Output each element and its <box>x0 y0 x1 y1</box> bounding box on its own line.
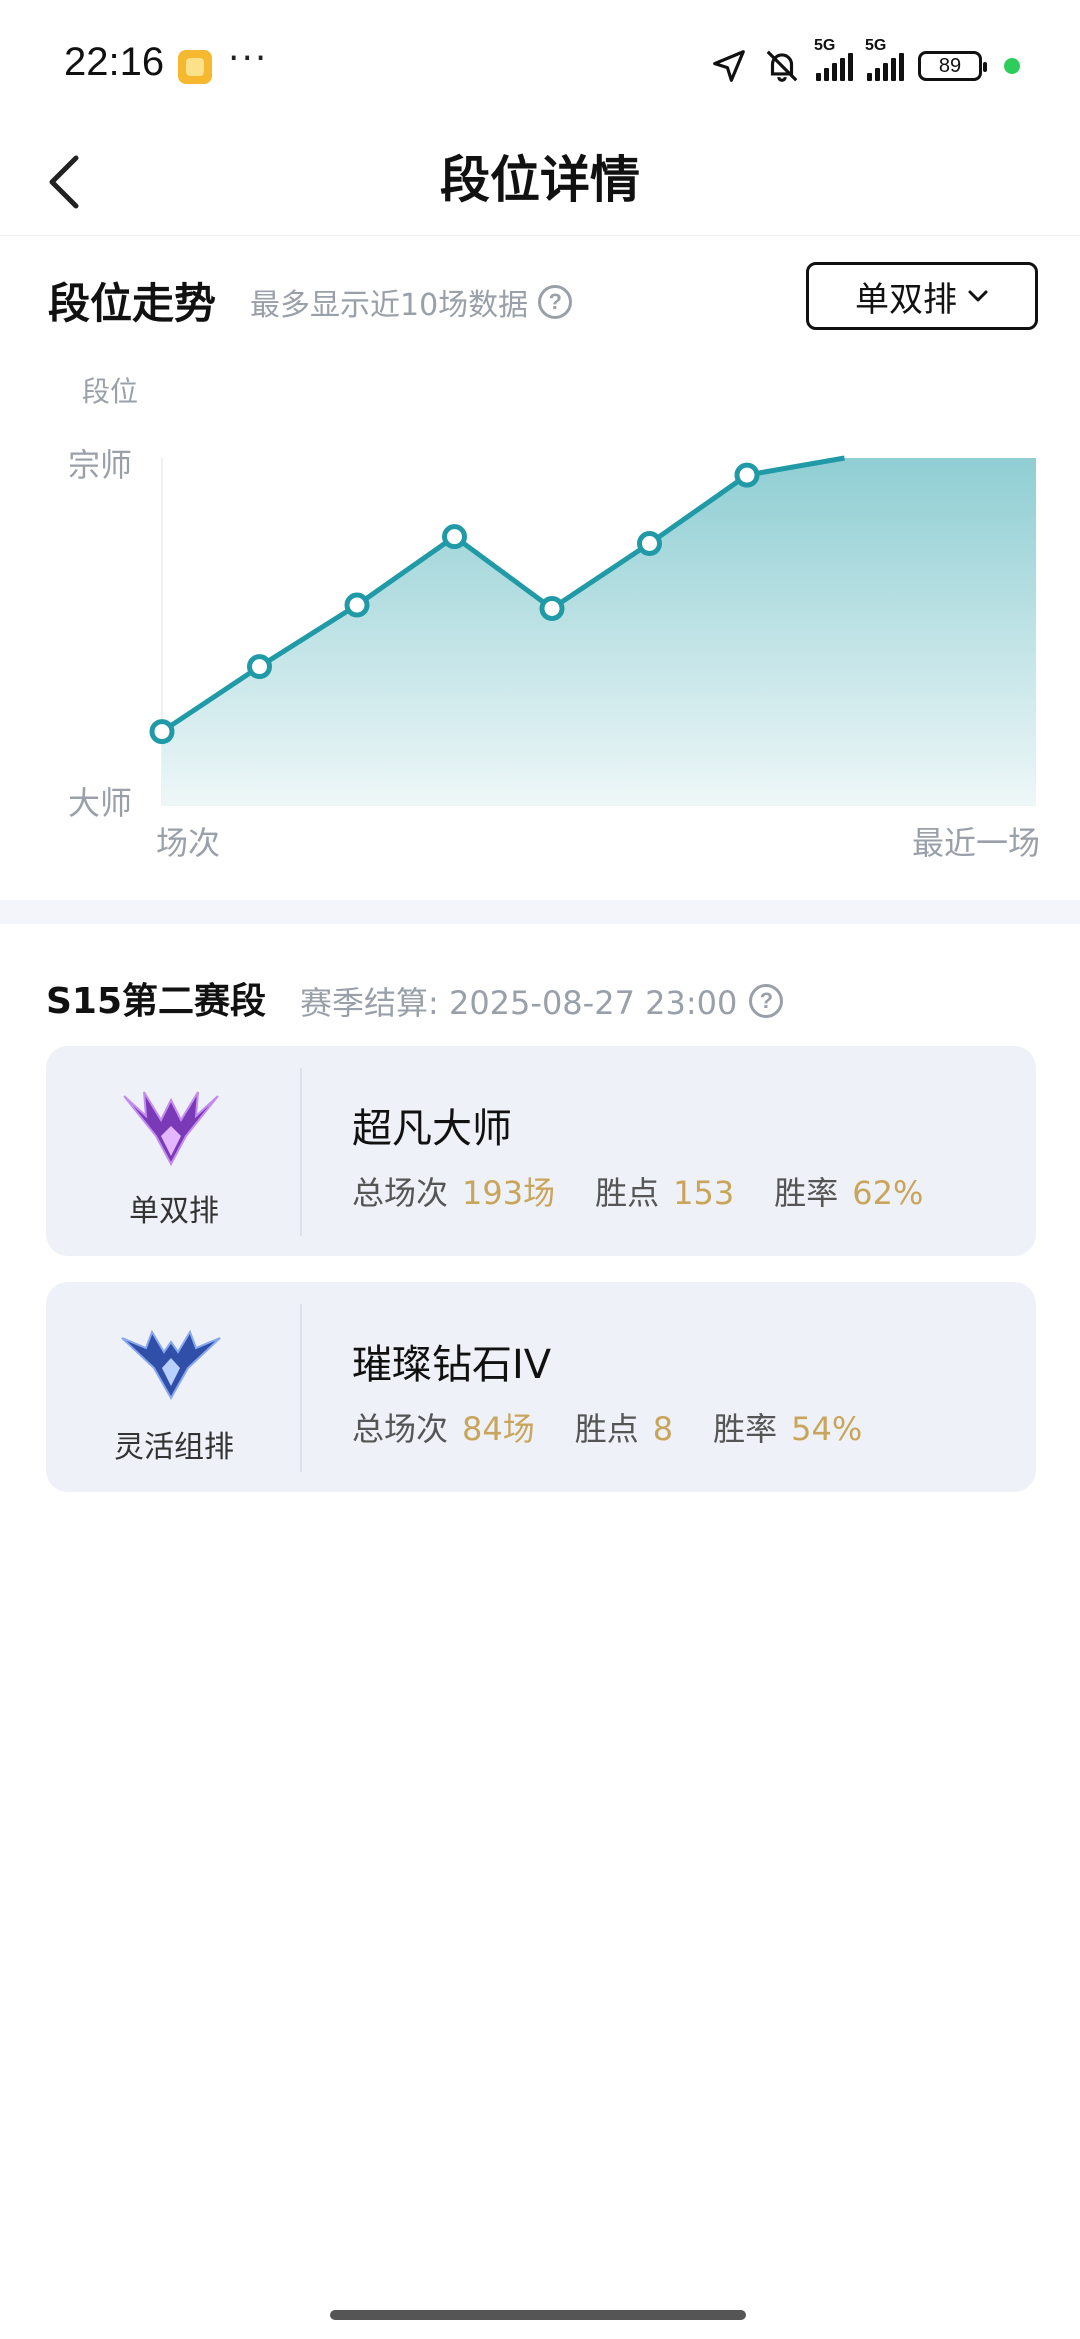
games-value: 84场 <box>462 1410 535 1448</box>
trend-subtitle-text: 最多显示近10场数据 <box>250 288 529 323</box>
lp-label: 胜点 <box>574 1410 639 1448</box>
queue-card-flex[interactable]: 灵活组排 璀璨钻石IV 总场次 84场 胜点 8 胜率 54% <box>46 1282 1036 1492</box>
winrate-label: 胜率 <box>713 1410 778 1448</box>
trend-area-fill <box>162 458 1036 806</box>
lp-label: 胜点 <box>595 1174 660 1212</box>
queue-stats: 总场次 193场 胜点 153 胜率 62% <box>352 1168 949 1214</box>
queue-stats: 总场次 84场 胜点 8 胜率 54% <box>352 1404 888 1450</box>
page-title: 段位详情 <box>440 151 640 209</box>
winrate-value: 62% <box>852 1174 924 1212</box>
games-label: 总场次 <box>352 1174 449 1212</box>
trend-point[interactable] <box>442 524 467 550</box>
trend-point[interactable] <box>539 595 565 621</box>
chevron-down-icon <box>968 290 988 302</box>
diamond-rank-emblem-icon <box>121 1329 221 1401</box>
master-rank-emblem-icon <box>123 1091 219 1166</box>
lp-value: 8 <box>652 1410 674 1448</box>
trend-point[interactable] <box>247 654 272 680</box>
privacy-indicator-dot <box>1004 58 1020 74</box>
queue-select-dropdown[interactable]: 单双排 <box>806 262 1038 330</box>
page-header: 段位详情 <box>0 130 1080 236</box>
trend-point[interactable] <box>637 531 662 556</box>
lp-value: 153 <box>673 1174 735 1212</box>
signal-5g-icon-2: 5G <box>865 37 904 81</box>
queue-card-solo[interactable]: 单双排 超凡大师 总场次 193场 胜点 153 胜率 62% <box>46 1046 1036 1256</box>
rank-name: 璀璨钻石IV <box>352 1342 552 1388</box>
season-title: S15第二赛段 <box>46 981 267 1022</box>
status-bar: 22:16 ··· 5G 5G 89 <box>0 0 1080 130</box>
section-divider <box>0 900 1080 924</box>
games-value: 193场 <box>462 1174 556 1212</box>
winrate-value: 54% <box>791 1410 863 1448</box>
trend-point[interactable] <box>734 462 760 488</box>
chart-plot <box>149 455 1036 806</box>
season-settle-text: 赛季结算: 2025-08-27 23:00 <box>300 984 738 1022</box>
queue-select-value: 单双排 <box>855 279 957 320</box>
status-time: 22:16 <box>64 40 165 84</box>
signal-5g-icon: 5G <box>814 37 853 81</box>
winrate-label: 胜率 <box>774 1174 839 1212</box>
queue-name: 单双排 <box>129 1194 219 1229</box>
trend-point[interactable] <box>149 719 175 745</box>
help-icon[interactable]: ? <box>538 285 573 319</box>
trend-point[interactable] <box>344 592 370 618</box>
trend-subtitle: 最多显示近10场数据 ? <box>250 280 573 324</box>
card-divider <box>300 1068 302 1236</box>
more-notifications-icon: ··· <box>228 38 269 79</box>
games-label: 总场次 <box>352 1410 449 1448</box>
rank-name: 超凡大师 <box>352 1106 512 1152</box>
trend-title: 段位走势 <box>48 279 217 328</box>
mute-bell-icon <box>762 47 802 85</box>
rank-trend-chart: 段位 宗师 大师 场次 最近一场 <box>0 360 1080 880</box>
location-arrow-icon <box>710 47 748 85</box>
season-help-icon[interactable]: ? <box>749 984 784 1018</box>
queue-name: 灵活组排 <box>114 1430 234 1465</box>
trend-header: 段位走势 最多显示近10场数据 ? 单双排 <box>48 260 1038 340</box>
card-divider <box>300 1304 302 1472</box>
season-settle-info: 赛季结算: 2025-08-27 23:00 ? <box>300 978 784 1024</box>
battery-icon: 89 <box>918 51 987 81</box>
notes-app-icon <box>178 50 212 84</box>
home-indicator[interactable] <box>330 2310 746 2320</box>
